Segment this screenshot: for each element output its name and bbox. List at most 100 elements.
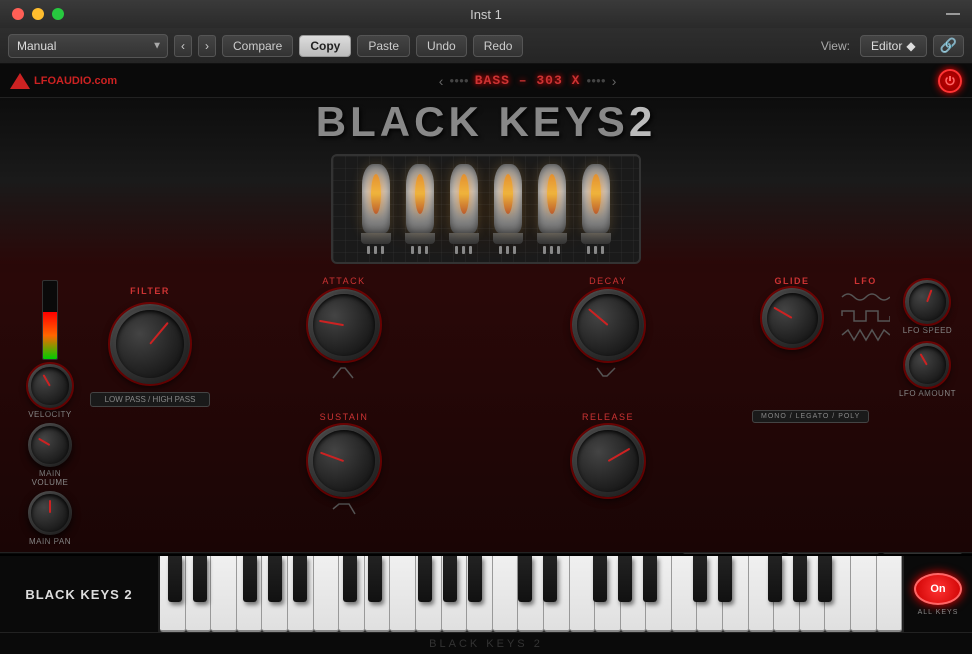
main-pan-knob-wrap: MAIN PAN [28,491,72,546]
on-button[interactable]: On [914,573,962,605]
black-key-2-5.6[interactable] [643,556,657,602]
plugin-main: BLACK KEYS2 [0,98,972,554]
footer: BLACK KEYS 2 [0,632,972,654]
velocity-label: VELOCITY [28,410,72,419]
level-meter [42,280,58,360]
black-key-3-4.6[interactable] [793,556,807,602]
black-key-0-4.6[interactable] [268,556,282,602]
sustain-cell: SUSTAIN [220,412,468,521]
glide-lfo-row: GLIDE LFO [742,276,962,398]
main-pan-knob[interactable] [28,491,72,535]
glide-label: GLIDE [774,276,809,286]
main-volume-knob[interactable] [28,423,72,467]
nav-next-button[interactable]: › [198,35,216,57]
editor-view-button[interactable]: Editor ◆ [860,35,927,57]
glide-knob[interactable] [762,288,822,348]
sustain-knob[interactable] [308,425,380,497]
footer-text: BLACK KEYS 2 [429,638,543,650]
preset-prev-button[interactable]: ‹ [439,73,444,89]
black-key-0-3.6[interactable] [243,556,257,602]
preset-next-button[interactable]: › [612,73,617,89]
minimize-button[interactable] [32,8,44,20]
tubes-container [331,154,641,264]
black-key-3-5.6[interactable] [818,556,832,602]
release-cell: RELEASE [484,412,732,497]
lfo-wave-square [840,308,890,324]
filter-type-dropdown[interactable]: LOW PASS / HIGH PASS [90,392,210,407]
logo-triangle-icon [10,73,30,89]
lfo-speed-knob-wrap: LFO SPEED [903,280,952,335]
close-button[interactable] [12,8,24,20]
tube-2 [402,164,438,254]
lfo-speed-knob[interactable] [905,280,949,324]
attack-cell: ATTACK [220,276,468,385]
far-right-panel: LFO SPEED LFO AMOUNT [899,276,962,398]
preset-dropdown[interactable]: Manual [8,34,168,58]
sustain-wave-icon [331,500,357,521]
attack-label: ATTACK [322,276,365,286]
lfo-amount-knob[interactable] [905,343,949,387]
black-key-0-1.6[interactable] [193,556,207,602]
keyboard-section: BLACK KEYS 2 // We'll create them via JS… [0,554,972,632]
white-key-9[interactable] [390,556,416,632]
filter-knob[interactable] [110,304,190,384]
black-key-1-1.6[interactable] [368,556,382,602]
attack-knob[interactable] [308,289,380,361]
black-key-2-1.6[interactable] [543,556,557,602]
black-key-2-3.6[interactable] [593,556,607,602]
black-key-1-3.6[interactable] [418,556,432,602]
black-key-1-4.6[interactable] [443,556,457,602]
right-panel: GLIDE LFO [742,270,962,546]
all-keys-label: ALL KEYS [918,609,959,616]
copy-button[interactable]: Copy [299,35,351,57]
sustain-label: SUSTAIN [320,412,369,422]
black-key-3-0.6[interactable] [693,556,707,602]
white-key-13[interactable] [493,556,519,632]
decay-wave-icon [595,364,621,385]
undo-button[interactable]: Undo [416,35,467,57]
controls-section: VELOCITY MAIN VOLUME MAIN PAN [0,264,972,552]
black-key-3-3.6[interactable] [768,556,782,602]
main-volume-label: MAIN VOLUME [32,469,69,487]
velocity-knob[interactable] [28,364,72,408]
mono-poly-selector[interactable]: MONO / LEGATO / POLY [752,410,869,423]
center-panel: FILTER LOW PASS / HIGH PASS ATTACK [90,270,742,546]
white-key-2[interactable] [211,556,237,632]
tube-6 [578,164,614,254]
plugin-body: LFOAUDIO.com ‹ ●●●● BASS – 303 X ●●●● › … [0,64,972,554]
paste-button[interactable]: Paste [357,35,410,57]
diamond-icon: ◆ [906,39,915,53]
decay-knob[interactable] [572,289,644,361]
black-key-1-5.6[interactable] [468,556,482,602]
lfo-amount-knob-wrap: LFO AMOUNT [899,343,956,398]
white-key-27[interactable] [851,556,877,632]
black-key-1-0.6[interactable] [343,556,357,602]
piano-keyboard[interactable]: // We'll create them via JS below after … [160,556,902,632]
black-key-2-0.6[interactable] [518,556,532,602]
preset-dropdown-wrap: Manual ▼ [8,34,168,58]
black-key-0-5.6[interactable] [293,556,307,602]
redo-button[interactable]: Redo [473,35,524,57]
white-key-28[interactable] [877,556,902,632]
plugin-title: BLACK KEYS2 [316,98,656,146]
white-key-6[interactable] [314,556,340,632]
release-knob[interactable] [572,425,644,497]
filter-section: FILTER LOW PASS / HIGH PASS [90,270,210,546]
adsr-section: ATTACK DECAY [210,270,742,546]
toolbar: Manual ▼ ‹ › Compare Copy Paste Undo Red… [0,28,972,64]
black-key-0-0.6[interactable] [168,556,182,602]
maximize-button[interactable] [52,8,64,20]
power-button[interactable] [938,69,962,93]
preset-name: BASS – 303 X [475,73,581,88]
chain-icon[interactable]: 🔗 [933,35,964,57]
lfo-label: LFO [854,276,877,286]
minimize-icon [946,13,960,15]
black-key-3-1.6[interactable] [718,556,732,602]
tube-4 [490,164,526,254]
white-key-16[interactable] [570,556,596,632]
nav-prev-button[interactable]: ‹ [174,35,192,57]
black-key-2-4.6[interactable] [618,556,632,602]
tube-3 [446,164,482,254]
compare-button[interactable]: Compare [222,35,293,57]
plugin-name-tag: BLACK KEYS 2 [0,556,160,632]
